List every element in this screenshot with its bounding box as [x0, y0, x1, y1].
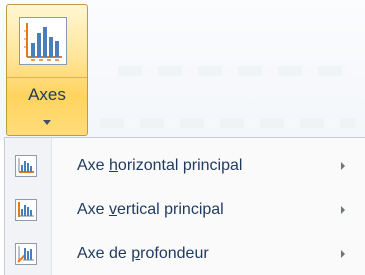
axes-button[interactable]: Axes: [6, 4, 88, 136]
axes-button-top[interactable]: [7, 5, 87, 78]
ribbon-faded-area: [100, 118, 355, 128]
chart-axes-icon: [19, 17, 67, 65]
menu-item-label: Axe vertical principal: [77, 201, 224, 218]
menu-item-depth-axis[interactable]: Axe de profondeur: [5, 234, 364, 274]
chevron-right-icon: [341, 206, 345, 214]
axes-button-label: Axes: [28, 85, 66, 104]
axes-dropdown-menu: Axe horizontal principal Axe vertical pr…: [4, 137, 365, 275]
vertical-axis-icon: [15, 199, 37, 221]
menu-item-label: Axe de profondeur: [77, 245, 209, 262]
chevron-right-icon: [341, 250, 345, 258]
menu-item-horizontal-axis[interactable]: Axe horizontal principal: [5, 146, 364, 186]
chevron-right-icon: [341, 162, 345, 170]
depth-axis-icon: [15, 243, 37, 265]
menu-item-vertical-axis[interactable]: Axe vertical principal: [5, 190, 364, 230]
horizontal-axis-icon: [15, 155, 37, 177]
ribbon-faded-area: [118, 66, 348, 76]
chevron-down-icon[interactable]: [40, 119, 54, 127]
menu-item-label: Axe horizontal principal: [77, 157, 243, 174]
